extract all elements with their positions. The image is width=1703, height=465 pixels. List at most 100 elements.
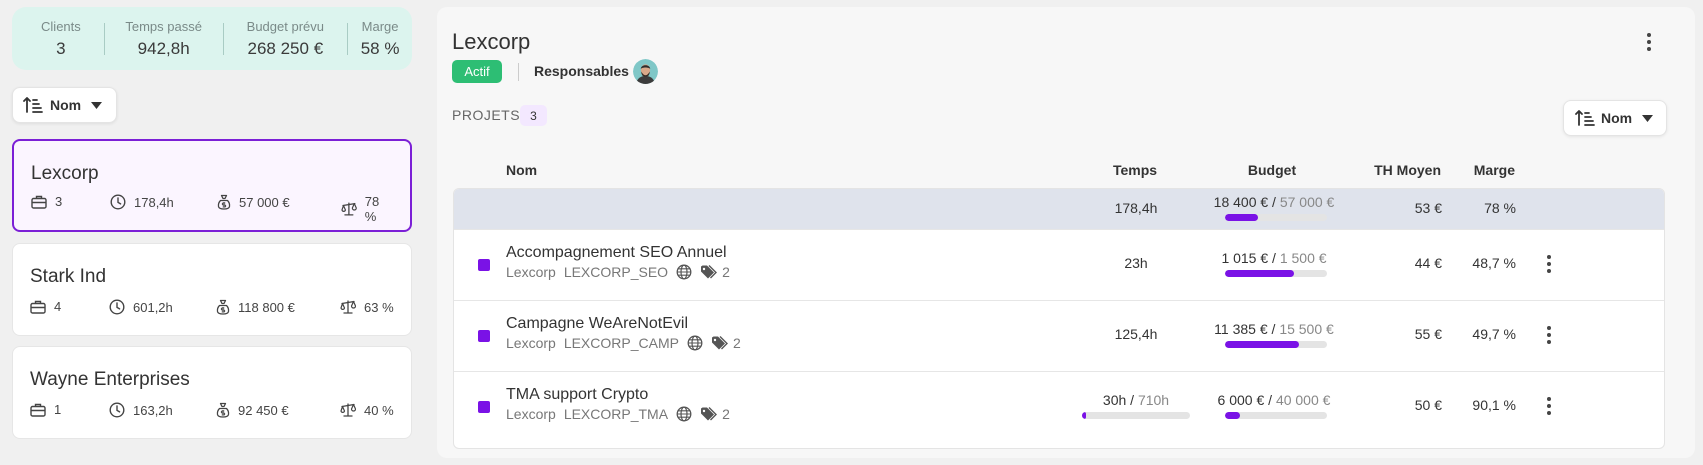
totals-budget-progress bbox=[1225, 214, 1327, 221]
client-name: Lexcorp bbox=[31, 163, 99, 184]
chevron-down-icon bbox=[1642, 114, 1654, 122]
client-card-lexcorp[interactable]: Lexcorp 3 178,4h 57 000 € 78 % bbox=[12, 139, 412, 232]
more-vertical-icon[interactable] bbox=[1547, 255, 1551, 273]
project-margin: 49,7 % bbox=[1472, 326, 1516, 342]
avatar[interactable] bbox=[633, 59, 658, 84]
client-time-value: 163,2h bbox=[133, 402, 173, 418]
globe-icon bbox=[676, 264, 692, 280]
project-code: LEXCORP_CAMP bbox=[563, 335, 679, 351]
balance-icon bbox=[340, 403, 356, 417]
client-projects-count: 3 bbox=[55, 194, 63, 209]
project-budget-progress bbox=[1225, 412, 1327, 419]
project-margin: 90,1 % bbox=[1472, 397, 1516, 413]
summary-stats: Clients 3 Temps passé 942,8h Budget prév… bbox=[12, 7, 412, 70]
money-bag-icon bbox=[216, 299, 230, 315]
column-header-time[interactable]: Temps bbox=[1075, 162, 1195, 178]
project-margin: 48,7 % bbox=[1472, 255, 1516, 271]
clock-icon bbox=[110, 194, 126, 210]
budget-spent: 11 385 € bbox=[1214, 321, 1268, 337]
tags-icon bbox=[711, 336, 728, 350]
totals-time: 178,4h bbox=[1114, 200, 1158, 216]
briefcase-icon bbox=[31, 195, 47, 209]
stat-time: Temps passé 942,8h bbox=[105, 19, 223, 59]
briefcase-icon bbox=[30, 300, 46, 314]
column-header-margin[interactable]: Marge bbox=[1442, 162, 1515, 178]
totals-budget: 18 400 € / 57 000 € bbox=[1212, 194, 1336, 210]
client-name: Wayne Enterprises bbox=[30, 369, 190, 390]
status-badge: Actif bbox=[452, 60, 502, 83]
stat-label: Clients bbox=[41, 18, 81, 34]
stat-clients: Clients 3 bbox=[26, 19, 96, 59]
tags-icon bbox=[701, 407, 718, 421]
project-client: Lexcorp bbox=[506, 406, 556, 422]
globe-icon bbox=[687, 335, 703, 351]
balance-icon bbox=[341, 202, 357, 216]
projects-label: PROJETS bbox=[452, 107, 521, 123]
budget-total: 57 000 € bbox=[1279, 194, 1335, 210]
project-th: 50 € bbox=[1414, 397, 1442, 413]
more-vertical-icon[interactable] bbox=[1647, 33, 1651, 51]
client-detail-panel: Lexcorp Actif Responsables PROJETS 3 Nom… bbox=[437, 7, 1695, 458]
project-meta: Lexcorp LEXCORP_CAMP 2 bbox=[506, 335, 741, 351]
budget-separator: / bbox=[1272, 194, 1276, 210]
sort-icon bbox=[1575, 110, 1595, 126]
balance-icon bbox=[340, 300, 356, 314]
stat-label: Budget prévu bbox=[246, 18, 324, 34]
sort-icon bbox=[23, 97, 43, 113]
divider bbox=[518, 63, 519, 81]
project-budget-progress bbox=[1225, 341, 1327, 348]
sort-label: Nom bbox=[1601, 110, 1633, 126]
client-card-wayne-enterprises[interactable]: Wayne Enterprises 1 163,2h 92 450 € 40 % bbox=[12, 346, 412, 439]
project-color-swatch bbox=[478, 330, 490, 342]
client-card-stark-ind[interactable]: Stark Ind 4 601,2h 118 800 € 63 % bbox=[12, 243, 412, 336]
column-header-budget[interactable]: Budget bbox=[1212, 162, 1332, 178]
client-name: Stark Ind bbox=[30, 266, 107, 287]
table-row[interactable]: Campagne WeAreNotEvil Lexcorp LEXCORP_CA… bbox=[454, 300, 1664, 371]
column-header-name[interactable]: Nom bbox=[506, 162, 537, 178]
client-budget-value: 57 000 € bbox=[239, 194, 290, 210]
client-budget: 92 450 € bbox=[216, 402, 289, 418]
clock-icon bbox=[109, 402, 125, 418]
client-time: 601,2h bbox=[109, 299, 173, 315]
client-margin-value: 78 % bbox=[364, 194, 380, 224]
client-projects: 1 bbox=[30, 402, 61, 417]
client-projects: 4 bbox=[30, 299, 61, 314]
project-th: 44 € bbox=[1414, 255, 1442, 271]
project-name[interactable]: Accompagnement SEO Annuel bbox=[506, 244, 727, 262]
client-projects-count: 4 bbox=[54, 299, 62, 314]
stat-budget: Budget prévu 268 250 € bbox=[224, 19, 348, 59]
table-row[interactable]: TMA support Crypto Lexcorp LEXCORP_TMA 2… bbox=[454, 371, 1664, 442]
stat-label: Marge bbox=[361, 18, 399, 34]
client-time: 163,2h bbox=[109, 402, 173, 418]
project-budget-progress bbox=[1225, 270, 1327, 277]
projects-table: 178,4h 18 400 € / 57 000 € 53 € 78 % Acc… bbox=[453, 188, 1665, 449]
money-bag-icon bbox=[216, 402, 230, 418]
page-title: Lexcorp bbox=[452, 29, 531, 54]
project-code: LEXCORP_TMA bbox=[563, 406, 669, 422]
money-bag-icon bbox=[217, 194, 231, 210]
clock-icon bbox=[109, 299, 125, 315]
project-sort-button[interactable]: Nom bbox=[1563, 100, 1667, 136]
table-row[interactable]: Accompagnement SEO Annuel Lexcorp LEXCOR… bbox=[454, 229, 1664, 300]
client-budget: 57 000 € bbox=[217, 194, 290, 210]
project-name[interactable]: Campagne WeAreNotEvil bbox=[506, 315, 688, 333]
client-margin: 40 % bbox=[340, 402, 394, 418]
project-time: 30h / 710h bbox=[1076, 392, 1196, 408]
responsables-label: Responsables bbox=[534, 63, 629, 79]
client-sort-button[interactable]: Nom bbox=[12, 87, 117, 123]
budget-spent: 6 000 € bbox=[1217, 392, 1265, 408]
client-time-value: 178,4h bbox=[134, 194, 174, 210]
project-tag-count: 2 bbox=[722, 264, 730, 280]
project-name[interactable]: TMA support Crypto bbox=[506, 386, 648, 404]
column-header-th-moyen[interactable]: TH Moyen bbox=[1317, 162, 1441, 178]
project-meta: Lexcorp LEXCORP_TMA 2 bbox=[506, 406, 730, 422]
client-budget-value: 92 450 € bbox=[238, 402, 289, 418]
stat-value: 942,8h bbox=[137, 38, 190, 58]
client-projects-count: 1 bbox=[54, 402, 62, 417]
client-projects: 3 bbox=[31, 194, 62, 209]
more-vertical-icon[interactable] bbox=[1547, 397, 1551, 415]
project-time-progress bbox=[1082, 412, 1190, 419]
client-margin: 78 % bbox=[341, 194, 394, 224]
more-vertical-icon[interactable] bbox=[1547, 326, 1551, 344]
project-color-swatch bbox=[478, 259, 490, 271]
